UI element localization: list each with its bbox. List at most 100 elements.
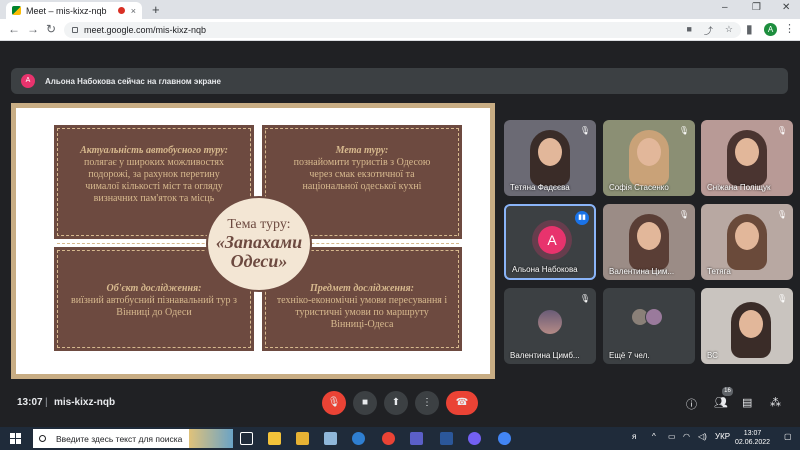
presenter-avatar: A <box>21 74 35 88</box>
maximize-button[interactable]: ❐ <box>752 2 761 13</box>
participant-video <box>629 130 669 186</box>
participant-name: ВС <box>707 351 718 360</box>
more-participants-avatars <box>631 308 663 326</box>
participant-name: Валентина Цимб... <box>510 351 580 360</box>
participant-name: Софія Стасенко <box>609 183 669 192</box>
edge-browser-icon[interactable] <box>352 432 365 445</box>
task-view-icon[interactable] <box>240 432 253 445</box>
mic-off-icon: 🎙︎ <box>776 126 788 135</box>
participants-count-badge: 16 <box>722 387 733 396</box>
chrome-icon[interactable] <box>382 432 395 445</box>
activities-icon[interactable]: ⁂ <box>770 396 781 409</box>
meeting-code: mis-kixz-nqb <box>54 397 116 408</box>
network-icon[interactable]: ▭ <box>668 432 676 441</box>
time-code-divider: | <box>45 397 48 408</box>
quadrant-body: техніко-економічні умови пересування і т… <box>276 295 448 330</box>
new-tab-button[interactable]: + <box>152 2 160 17</box>
browser-toolbar: ← → ↻ meet.google.com/mis-kixz-nqb ■ ⤴ ☆… <box>0 19 800 41</box>
search-icon <box>39 435 46 442</box>
participant-name: Альона Набокова <box>512 265 578 274</box>
quadrant-heading: Мета туру: <box>335 145 389 156</box>
presentation-slide: Актуальність автобусного туру: полягає у… <box>16 108 490 374</box>
clock-date: 02.06.2022 <box>735 439 771 446</box>
participant-tile[interactable]: 🎙︎ Валентина Цимб... <box>504 288 596 364</box>
back-arrow-icon[interactable]: ← <box>8 22 20 36</box>
meeting-time: 13:07 <box>17 397 43 408</box>
chrome-meet-icon[interactable] <box>498 432 511 445</box>
quadrant-body: полягає у широких можливостях подорожі, … <box>84 157 224 204</box>
tray-overflow-icon[interactable]: ^ <box>652 432 656 441</box>
participant-avatar <box>538 310 562 334</box>
participant-tile[interactable]: 🎙︎ Валентина Цим... <box>603 204 695 280</box>
volume-icon[interactable]: ◁) <box>698 432 707 441</box>
participant-avatar: A <box>538 226 566 254</box>
reload-icon[interactable]: ↻ <box>46 22 56 36</box>
windows-start-icon[interactable] <box>10 433 21 444</box>
participant-video <box>530 130 570 186</box>
people-tray-icon[interactable]: ᴙ <box>632 432 636 441</box>
participant-tile[interactable]: 🎙︎ Сніжана Поліщук <box>701 120 793 196</box>
participant-tile[interactable]: 🎙︎ ВС <box>701 288 793 364</box>
camera-toggle-button[interactable]: ■ <box>353 391 377 415</box>
file-explorer-icon[interactable] <box>296 432 309 445</box>
windows-taskbar: Введите здесь текст для поиска ᴙ ^ ▭ ◠ ◁… <box>0 427 800 450</box>
slide-topic-circle: Тема туру: «Запахами Одеси» <box>206 196 312 292</box>
chat-icon[interactable]: ▤ <box>742 396 752 409</box>
lock-icon <box>72 27 78 33</box>
participant-tile-active-speaker[interactable]: A ▮▮ Альона Набокова <box>504 204 596 280</box>
meet-favicon-icon <box>12 6 21 15</box>
taskbar-clock[interactable]: 13:07 02.06.2022 <box>735 429 770 447</box>
mic-off-icon: 🎙︎ <box>579 126 591 135</box>
address-bar[interactable]: meet.google.com/mis-kixz-nqb ■ ⤴ ☆ <box>64 22 741 38</box>
browser-tab[interactable]: Meet – mis-kixz-nqb × <box>6 2 142 19</box>
present-screen-button[interactable]: ⬆ <box>384 391 408 415</box>
quadrant-heading: Об'єкт дослідження: <box>106 283 202 294</box>
viber-icon[interactable] <box>468 432 481 445</box>
people-icon[interactable]: 👥︎ <box>714 396 728 409</box>
teams-icon[interactable] <box>410 432 423 445</box>
participant-tile[interactable]: 🎙︎ Тетяга <box>701 204 793 280</box>
more-options-button[interactable]: ⋮ <box>415 391 439 415</box>
share-icon[interactable]: ⤴ <box>704 24 713 37</box>
participant-tile[interactable]: 🎙︎ Софія Стасенко <box>603 120 695 196</box>
url-text: meet.google.com/mis-kixz-nqb <box>84 25 207 35</box>
taskbar-search-box[interactable]: Введите здесь текст для поиска <box>33 429 233 448</box>
minimize-button[interactable]: – <box>722 2 728 13</box>
app-icon[interactable] <box>324 432 337 445</box>
participant-video <box>727 214 767 270</box>
leave-call-button[interactable]: ☎ <box>446 391 478 415</box>
topic-label: Тема туру: <box>227 217 291 233</box>
camera-in-use-icon[interactable]: ■ <box>686 24 691 37</box>
search-placeholder: Введите здесь текст для поиска <box>56 433 183 444</box>
participant-video <box>629 214 669 270</box>
language-indicator[interactable]: УКР <box>715 432 730 441</box>
tab-close-icon[interactable]: × <box>131 6 136 16</box>
mic-off-icon: 🎙︎ <box>776 210 788 219</box>
quadrant-heading: Предмет дослідження: <box>309 283 415 294</box>
close-window-button[interactable]: ✕ <box>782 2 790 13</box>
side-panel-icon[interactable]: ▮ <box>746 22 753 36</box>
participant-video <box>731 302 771 358</box>
wifi-icon[interactable]: ◠ <box>683 432 690 441</box>
topic-name-line2: Одеси» <box>230 251 288 271</box>
notifications-icon[interactable]: ▢ <box>784 432 792 441</box>
quadrant-body: познайомити туристів з Одесою через смак… <box>293 157 431 192</box>
forward-arrow-icon[interactable]: → <box>27 22 39 36</box>
topic-name-line1: «Запахами <box>215 232 303 253</box>
recording-indicator-icon <box>117 7 125 14</box>
meeting-info-icon[interactable]: ⓘ <box>686 396 697 412</box>
store-app-icon[interactable] <box>268 432 281 445</box>
participant-name: Тетяна Фадєєва <box>510 183 570 192</box>
mic-off-icon: 🎙︎ <box>678 210 690 219</box>
mic-toggle-button[interactable]: 🎙︎ <box>322 391 346 415</box>
profile-avatar[interactable]: A <box>764 23 777 36</box>
word-icon[interactable] <box>440 432 453 445</box>
participant-tile[interactable]: 🎙︎ Тетяна Фадєєва <box>504 120 596 196</box>
clock-time: 13:07 <box>743 430 762 437</box>
speaking-indicator-icon: ▮▮ <box>575 211 589 225</box>
browser-menu-icon[interactable]: ⋮ <box>784 22 795 35</box>
more-participants-tile[interactable]: Ещё 7 чел. <box>603 288 695 364</box>
participant-name: Сніжана Поліщук <box>707 183 771 192</box>
participant-name: Валентина Цим... <box>609 267 675 276</box>
bookmark-star-icon[interactable]: ☆ <box>725 24 733 37</box>
